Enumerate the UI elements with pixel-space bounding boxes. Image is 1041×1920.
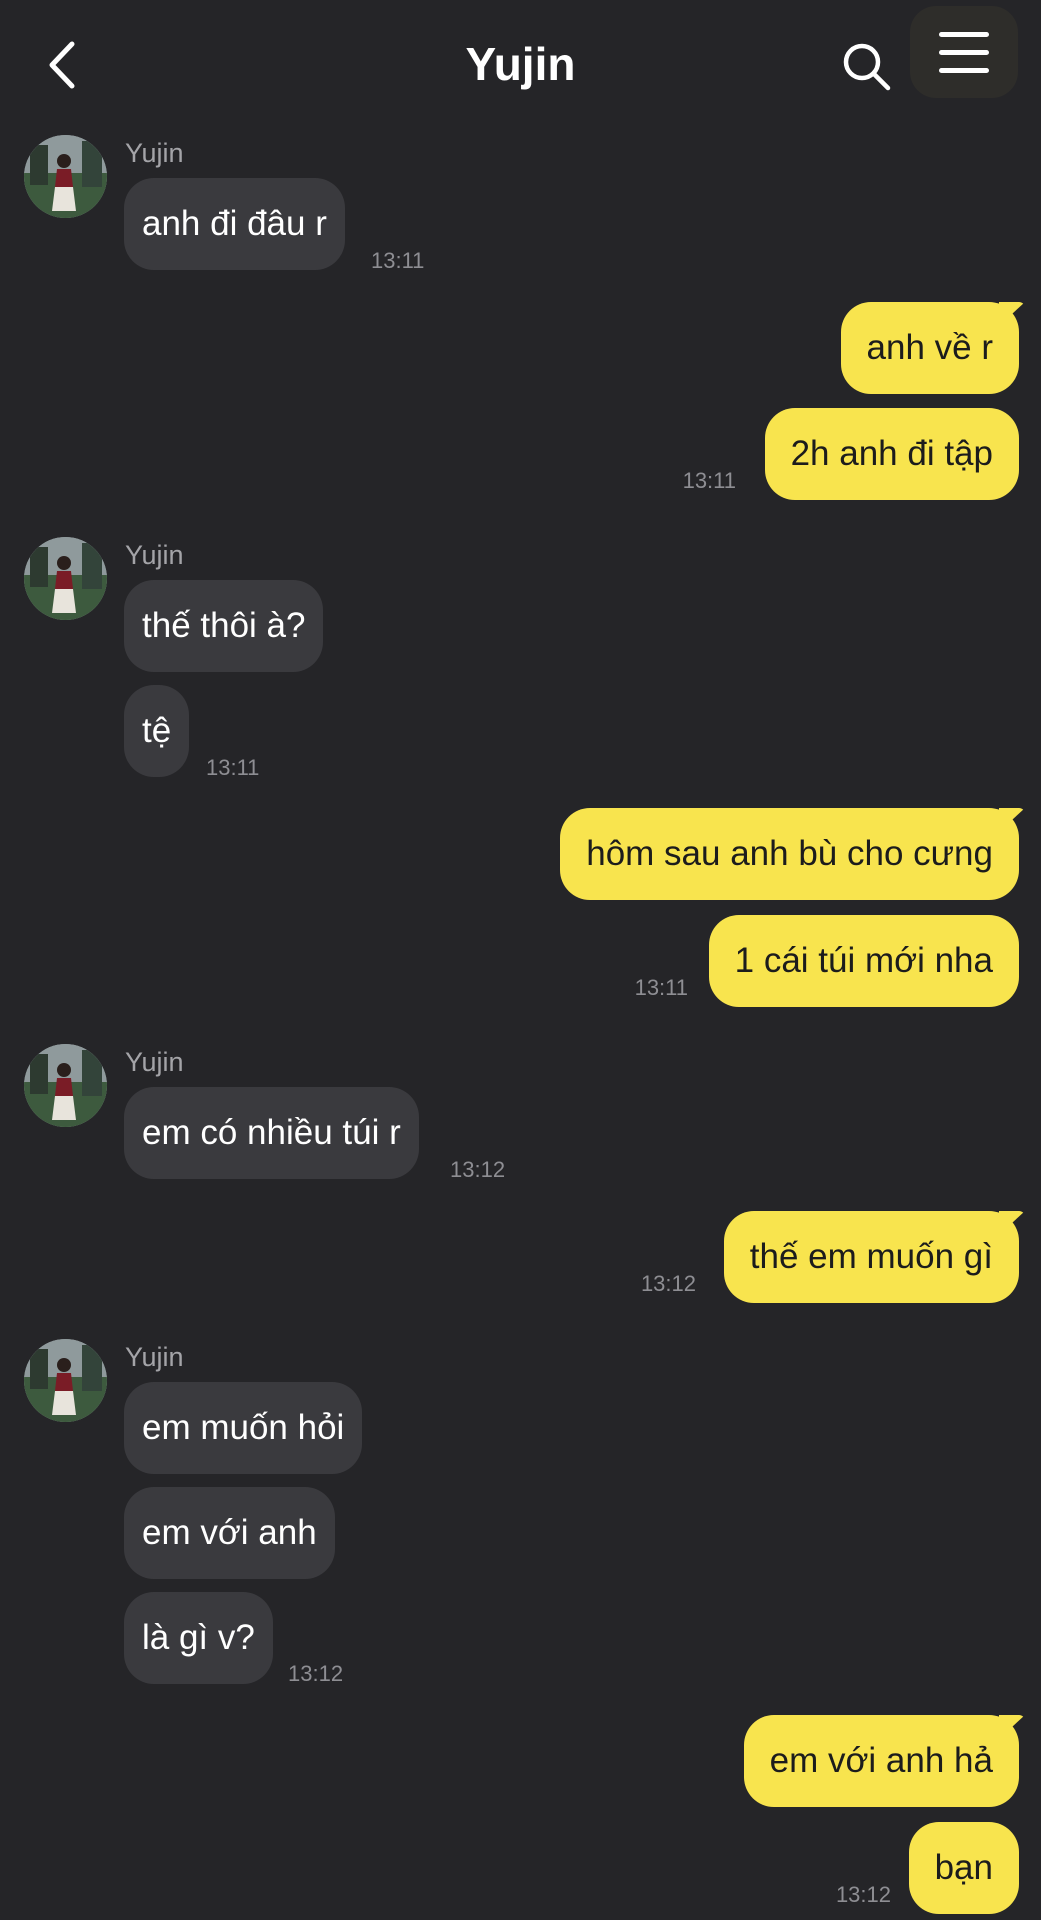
back-button[interactable]	[38, 30, 88, 100]
sender-name: Yujin	[125, 540, 184, 570]
outgoing-message[interactable]: 1 cái túi mới nha	[708, 915, 1019, 1007]
incoming-message[interactable]: em với anh	[124, 1487, 335, 1579]
outgoing-message[interactable]: anh về r	[840, 302, 1019, 394]
incoming-message[interactable]: là gì v?	[124, 1592, 273, 1684]
menu-button[interactable]	[910, 6, 1018, 98]
avatar[interactable]	[24, 1044, 107, 1127]
profile-photo	[24, 135, 107, 218]
incoming-message[interactable]: anh đi đâu r	[124, 178, 345, 270]
profile-photo	[24, 1044, 107, 1127]
outgoing-message[interactable]: thế em muốn gì	[723, 1211, 1019, 1303]
message-time: 13:12	[450, 1157, 506, 1182]
avatar[interactable]	[24, 1339, 107, 1422]
incoming-message[interactable]: thế thôi à?	[124, 580, 324, 672]
chevron-left-icon	[49, 41, 75, 89]
chat-header: Yujin	[0, 0, 1041, 125]
sender-name: Yujin	[125, 1047, 184, 1077]
search-icon	[843, 43, 891, 91]
outgoing-message[interactable]: em với anh hả	[743, 1715, 1019, 1807]
message-time: 13:12	[640, 1271, 696, 1296]
profile-photo	[24, 537, 107, 620]
message-time: 13:11	[682, 468, 736, 493]
sender-name: Yujin	[125, 1342, 184, 1372]
outgoing-message[interactable]: 2h anh đi tập	[764, 408, 1019, 500]
search-button[interactable]	[838, 38, 894, 94]
avatar[interactable]	[24, 537, 107, 620]
outgoing-message[interactable]: bạn	[908, 1822, 1019, 1914]
outgoing-message[interactable]: hôm sau anh bù cho cưng	[560, 808, 1019, 900]
sender-name: Yujin	[125, 138, 184, 168]
incoming-message[interactable]: em muốn hỏi	[124, 1382, 363, 1474]
avatar[interactable]	[24, 135, 107, 218]
message-time: 13:11	[634, 975, 688, 1000]
message-time: 13:12	[835, 1882, 891, 1907]
message-time: 13:12	[288, 1661, 344, 1686]
message-time: 13:11	[206, 755, 260, 780]
message-time: 13:11	[371, 248, 425, 273]
incoming-message[interactable]: tệ	[124, 685, 190, 777]
incoming-message[interactable]: em có nhiều túi r	[124, 1087, 419, 1179]
profile-photo	[24, 1339, 107, 1422]
